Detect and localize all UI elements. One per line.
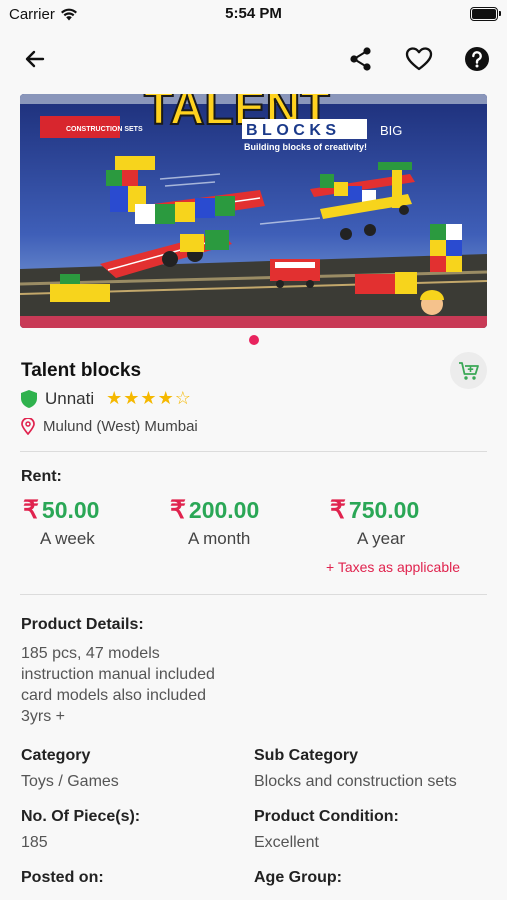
period-week: A week <box>40 529 95 548</box>
pieces-label: No. Of Piece(s): <box>21 808 141 825</box>
favorite-button[interactable] <box>404 44 434 74</box>
star-outline-icon: ☆ <box>174 388 192 408</box>
location-pin-icon <box>21 418 35 435</box>
battery-icon <box>470 7 501 21</box>
arrow-left-icon <box>25 50 45 68</box>
add-to-cart-button[interactable] <box>450 352 487 389</box>
taxes-note: + Taxes as applicable <box>326 559 460 575</box>
pieces-value: 185 <box>21 834 48 851</box>
subcategory-label: Sub Category <box>254 747 359 764</box>
rupee-symbol: ₹ <box>23 496 39 524</box>
box-subtitle-text: BLOCKS <box>246 122 341 139</box>
star-filled-icon: ★ <box>157 388 175 408</box>
rent-label: Rent: <box>21 468 62 485</box>
product-image[interactable]: TALENT CONSTRUCTION SETS BLOCKS BIG Buil… <box>20 94 487 328</box>
nav-bar <box>0 30 507 90</box>
product-detail-scroll[interactable]: TALENT CONSTRUCTION SETS BLOCKS BIG Buil… <box>0 92 507 900</box>
star-filled-icon: ★ <box>140 388 158 408</box>
condition-label: Product Condition: <box>254 808 399 825</box>
period-year: A year <box>357 529 406 548</box>
category-value: Toys / Games <box>21 773 119 790</box>
verified-shield-icon <box>21 389 37 408</box>
status-bar: Carrier 5:54 PM <box>0 0 507 30</box>
box-tagline-text: Building blocks of creativity! <box>244 142 367 152</box>
share-icon <box>350 47 371 71</box>
rating-stars: ★★★★☆ <box>106 388 192 409</box>
rupee-symbol: ₹ <box>170 496 186 524</box>
price-year: ₹750.00 <box>330 496 420 524</box>
product-title: Talent blocks <box>21 360 142 381</box>
question-circle-icon <box>465 47 489 71</box>
seller-info: Unnati ★★★★☆ <box>21 388 192 409</box>
back-button[interactable] <box>20 44 50 74</box>
svg-text:BIG: BIG <box>380 123 402 138</box>
age-group-label: Age Group: <box>254 869 342 886</box>
divider <box>20 451 487 452</box>
posted-on-label: Posted on: <box>21 869 104 886</box>
condition-value: Excellent <box>254 834 319 851</box>
clock: 5:54 PM <box>225 5 282 22</box>
star-filled-icon: ★ <box>106 388 124 408</box>
price-month: ₹200.00 <box>170 496 260 524</box>
carousel-indicator-dot[interactable] <box>249 335 259 345</box>
location-row: Mulund (West) Mumbai <box>21 418 198 435</box>
subcategory-value: Blocks and construction sets <box>254 773 457 790</box>
divider <box>20 594 487 595</box>
price-week: ₹50.00 <box>23 496 100 524</box>
product-photo: TALENT CONSTRUCTION SETS BLOCKS BIG Buil… <box>20 94 487 328</box>
star-filled-icon: ★ <box>123 388 141 408</box>
share-button[interactable] <box>346 44 376 74</box>
category-label: Category <box>21 747 91 764</box>
rupee-symbol: ₹ <box>330 496 346 524</box>
location-text: Mulund (West) Mumbai <box>43 418 198 435</box>
help-button[interactable] <box>462 44 492 74</box>
product-details-text: 185 pcs, 47 models instruction manual in… <box>21 645 215 725</box>
product-details-label: Product Details: <box>21 616 144 633</box>
period-month: A month <box>188 529 251 548</box>
seller-name[interactable]: Unnati <box>45 389 94 409</box>
heart-outline-icon <box>405 47 433 71</box>
box-tag-text: CONSTRUCTION SETS <box>66 126 143 133</box>
cart-add-icon <box>458 361 479 380</box>
